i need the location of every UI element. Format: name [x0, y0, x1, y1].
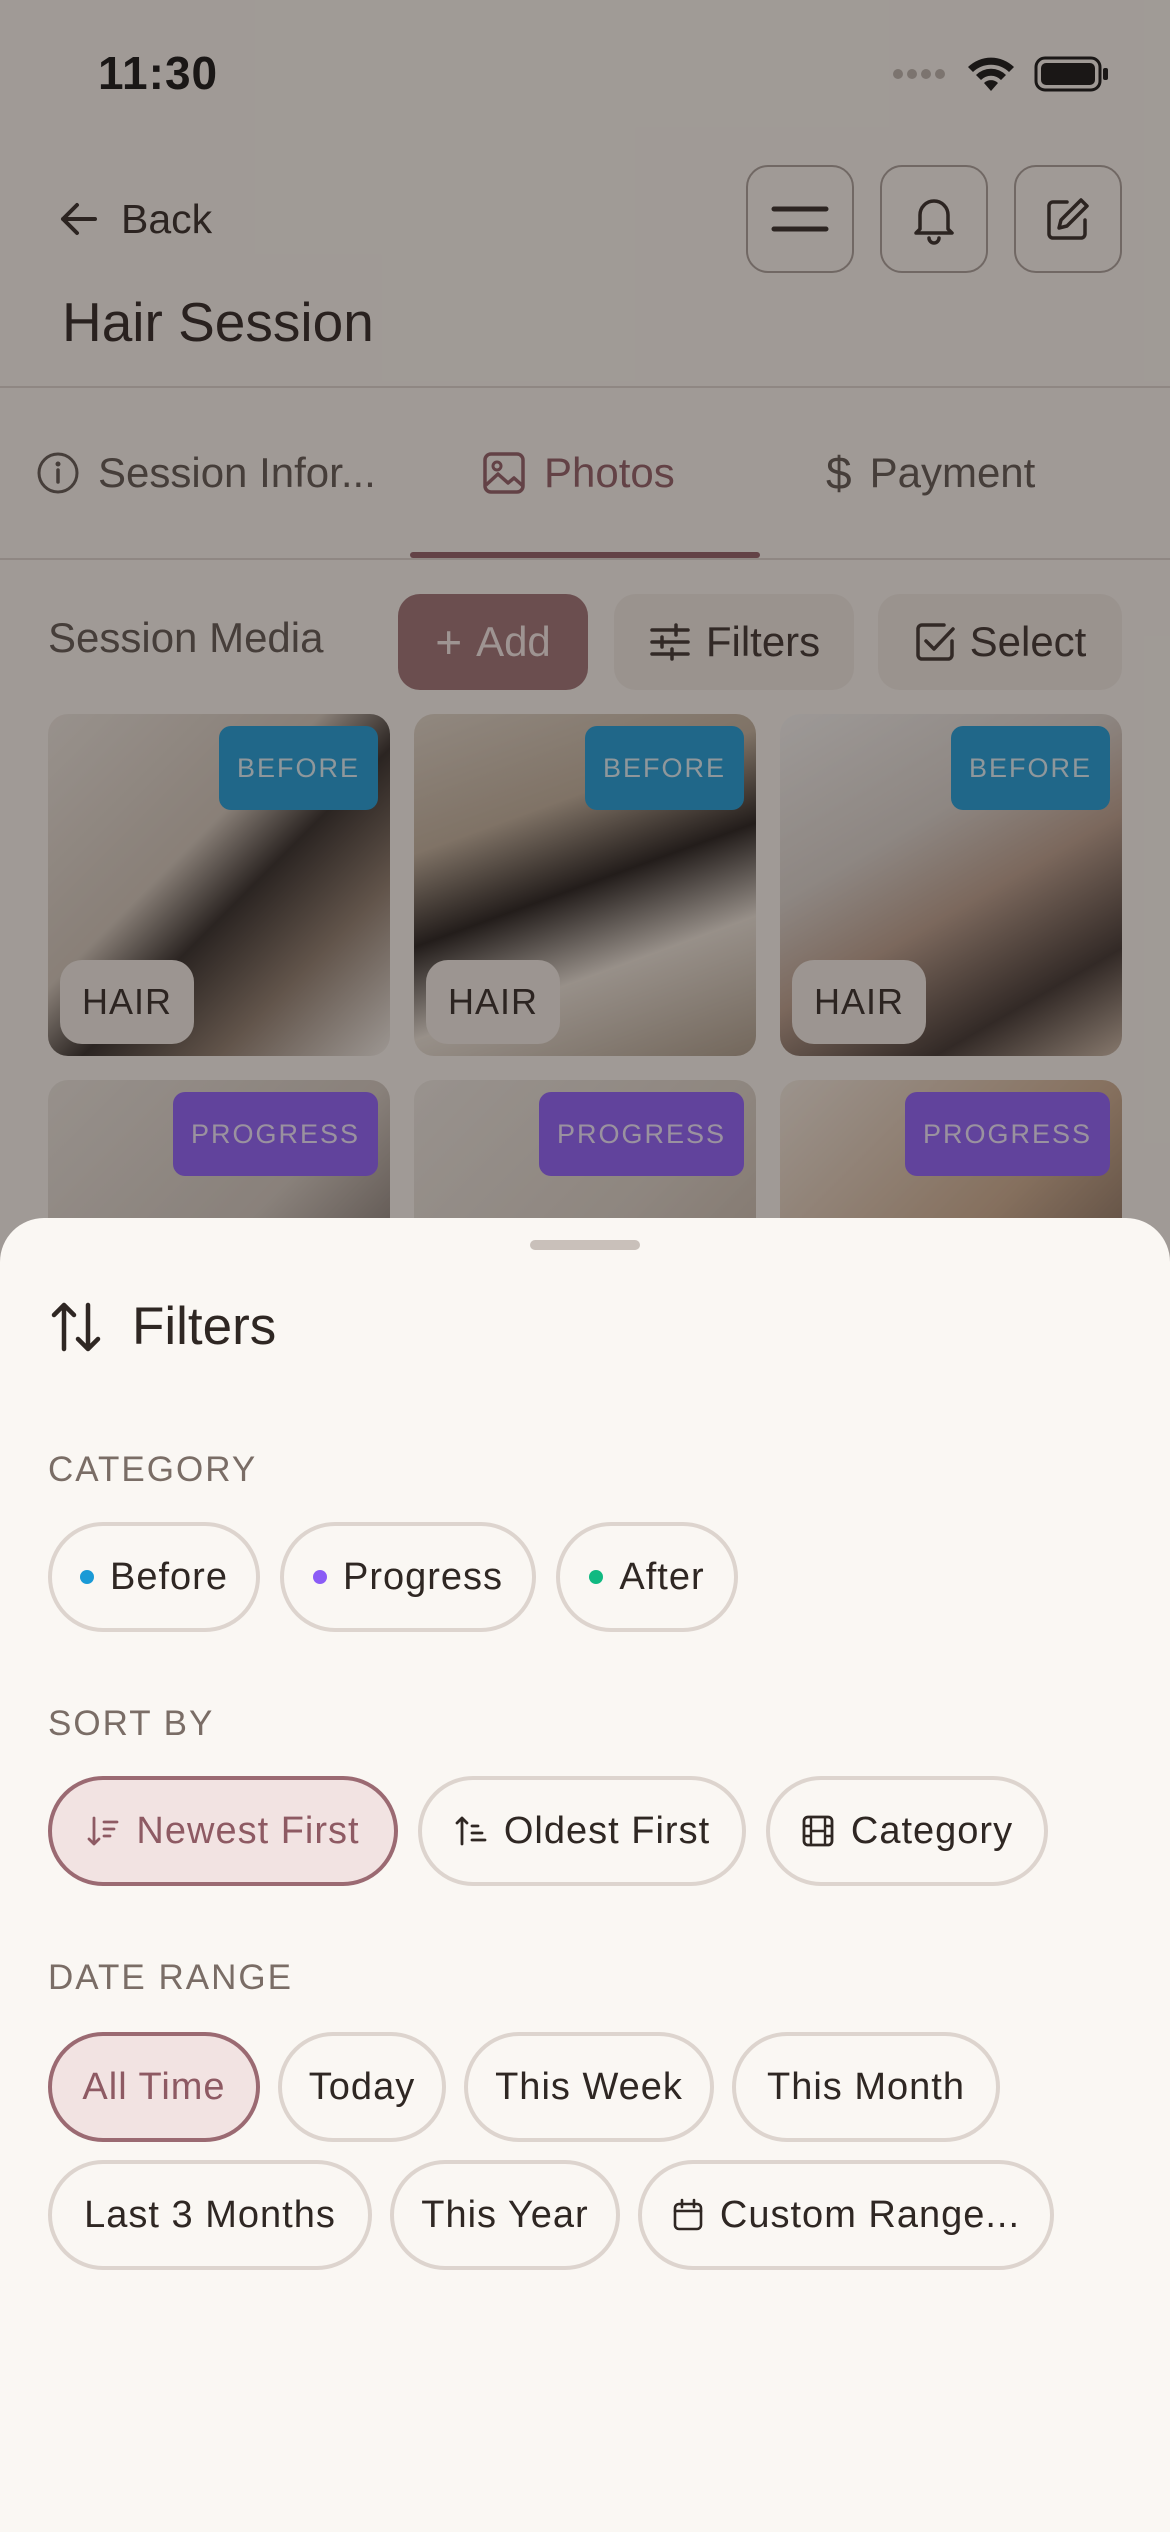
date-range-section-label: DATE RANGE: [48, 1958, 293, 1997]
before-dot-icon: [80, 1570, 95, 1584]
chip-label: Today: [308, 2065, 416, 2108]
progress-dot-icon: [312, 1570, 327, 1584]
date-chip-last-3-months[interactable]: Last 3 Months: [48, 2160, 372, 2270]
category-chip-before[interactable]: Before: [48, 1522, 260, 1632]
sheet-title: Filters: [132, 1297, 277, 1356]
chip-label: Progress: [342, 1555, 504, 1598]
sheet-header: Filters: [48, 1296, 276, 1357]
sort-ascending-icon: [455, 1816, 487, 1846]
date-chip-this-month[interactable]: This Month: [732, 2032, 1000, 2142]
category-section-label: CATEGORY: [48, 1450, 258, 1489]
date-chip-all-time[interactable]: All Time: [48, 2032, 260, 2142]
date-chip-this-year[interactable]: This Year: [390, 2160, 620, 2270]
date-chip-custom-range[interactable]: Custom Range...: [638, 2160, 1054, 2270]
film-icon: [802, 1815, 834, 1847]
sort-descending-icon: [88, 1816, 119, 1846]
category-chip-after[interactable]: After: [556, 1522, 738, 1632]
chip-label: Oldest First: [503, 1809, 711, 1852]
sort-chip-newest-first[interactable]: Newest First: [48, 1776, 398, 1886]
chip-label: Last 3 Months: [84, 2193, 336, 2236]
after-dot-icon: [589, 1570, 604, 1584]
chip-label: Before: [110, 1555, 228, 1598]
date-chip-today[interactable]: Today: [278, 2032, 446, 2142]
calendar-icon: [673, 2198, 703, 2231]
sort-chip-oldest-first[interactable]: Oldest First: [418, 1776, 746, 1886]
sort-arrows-icon: [51, 1302, 101, 1351]
chip-label: Custom Range...: [719, 2193, 1021, 2236]
category-chip-progress[interactable]: Progress: [280, 1522, 536, 1632]
chip-label: All Time: [82, 2065, 226, 2108]
sheet-grabber[interactable]: [530, 1240, 640, 1250]
sort-chip-category[interactable]: Category: [766, 1776, 1048, 1886]
chip-label: Newest First: [136, 1809, 360, 1852]
chip-label: This Month: [767, 2065, 965, 2108]
chip-label: This Year: [421, 2193, 589, 2236]
chip-label: This Week: [495, 2065, 683, 2108]
chip-label: After: [619, 1555, 705, 1598]
filters-sheet: Filters CATEGORY Before Progress After S…: [0, 1218, 1170, 2532]
chip-label: Category: [850, 1809, 1014, 1852]
sort-section-label: SORT BY: [48, 1704, 215, 1743]
date-chip-this-week[interactable]: This Week: [464, 2032, 714, 2142]
